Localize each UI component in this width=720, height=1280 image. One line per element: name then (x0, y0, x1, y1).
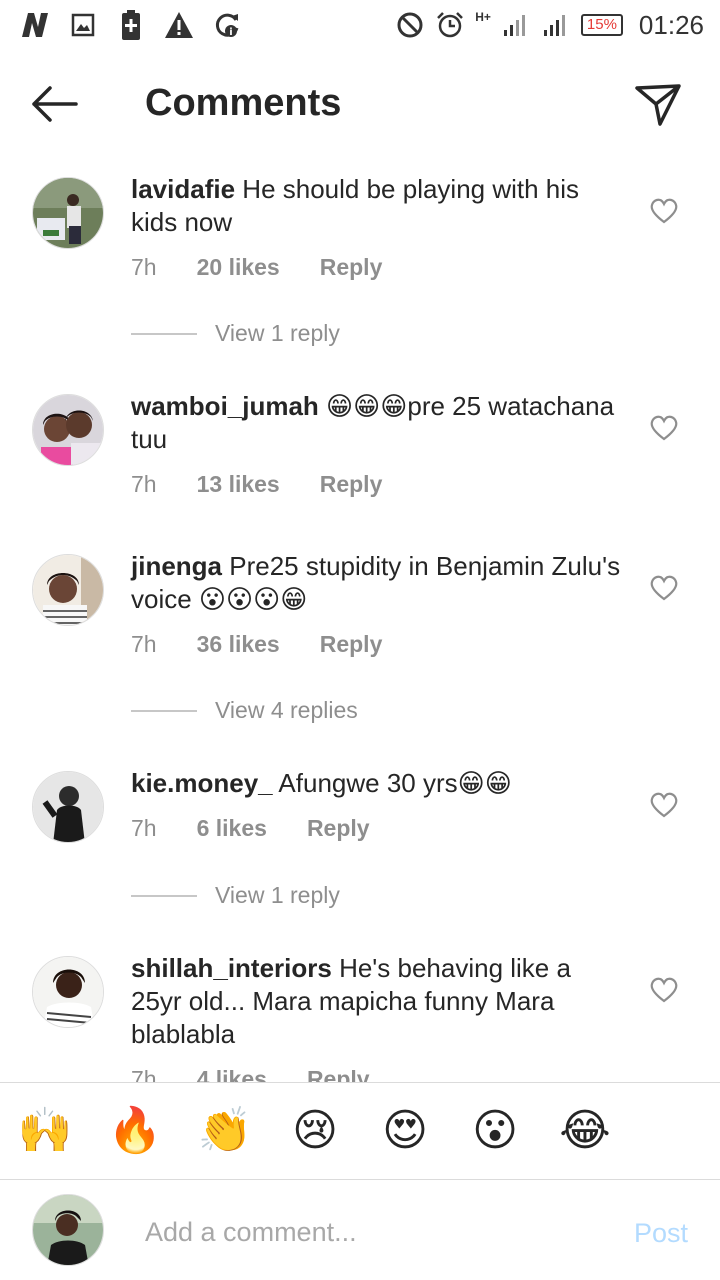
emoji-sad-button[interactable]: 😢 (287, 1103, 343, 1159)
view-replies-button[interactable]: View 1 reply (131, 882, 340, 909)
comment-likes[interactable]: 4 likes (197, 1066, 267, 1082)
battery-charging-icon (116, 10, 146, 40)
signal-icon-2 (541, 10, 571, 40)
alarm-icon (435, 10, 465, 40)
emoji-clap-button[interactable]: 👏 (197, 1103, 253, 1159)
emoji-reaction-bar: 🙌 🔥 👏 😢 😍 😮 😂 (0, 1082, 720, 1180)
send-icon (635, 84, 681, 126)
share-button[interactable] (634, 82, 682, 128)
like-heart-icon[interactable] (650, 977, 678, 1003)
status-bar: i H+ 15% 01:26 (0, 0, 720, 50)
svg-text:i: i (229, 27, 232, 38)
replies-divider (131, 709, 197, 712)
comment-likes[interactable]: 20 likes (197, 254, 280, 281)
replies-divider (131, 894, 197, 897)
post-button[interactable]: Post (634, 1218, 688, 1249)
comment-likes[interactable]: 13 likes (197, 471, 280, 498)
comment-username[interactable]: shillah_interiors (131, 953, 332, 983)
comment-text: lavidafie He should be playing with his … (131, 173, 621, 239)
comment-time: 7h (131, 254, 157, 280)
reply-button[interactable]: Reply (307, 1066, 370, 1082)
back-button[interactable] (30, 84, 82, 124)
sync-icon: i (212, 10, 242, 40)
replies-divider (131, 332, 197, 335)
avatar[interactable] (32, 177, 104, 249)
emoji-raised-hands-button[interactable]: 🙌 (17, 1103, 73, 1159)
battery-percentage: 15% (580, 14, 623, 36)
comment-username[interactable]: lavidafie (131, 174, 235, 204)
avatar[interactable] (32, 394, 104, 466)
comment-time: 7h (131, 471, 157, 497)
gallery-icon (68, 10, 98, 40)
like-heart-icon[interactable] (650, 792, 678, 818)
network-type-label: H+ (475, 10, 491, 24)
emoji-fire-button[interactable]: 🔥 (107, 1103, 163, 1159)
comment-meta: 7h 36 likes Reply (131, 631, 422, 658)
view-replies-label: View 1 reply (215, 320, 340, 346)
comment-meta: 7h 20 likes Reply (131, 254, 422, 281)
emoji-heart-eyes-button[interactable]: 😍 (377, 1103, 433, 1159)
reply-button[interactable]: Reply (307, 815, 370, 842)
my-avatar (32, 1194, 104, 1266)
reply-button[interactable]: Reply (320, 471, 383, 498)
comment-username[interactable]: wamboi_jumah (131, 391, 319, 421)
like-heart-icon[interactable] (650, 198, 678, 224)
emoji-laughing-button[interactable]: 😂 (557, 1103, 613, 1159)
comment-content: Afungwe 30 yrs😁😁 (272, 768, 512, 798)
back-arrow-icon (32, 86, 78, 122)
comment-text: wamboi_jumah 😁😁😁pre 25 watachana tuu (131, 390, 621, 456)
do-not-disturb-icon (395, 10, 425, 40)
comment-meta: 7h 13 likes Reply (131, 471, 422, 498)
warning-icon (164, 10, 194, 40)
reply-button[interactable]: Reply (320, 254, 383, 281)
comment-likes[interactable]: 36 likes (197, 631, 280, 658)
comment-text: shillah_interiors He's behaving like a 2… (131, 952, 621, 1051)
comment-username[interactable]: kie.money_ (131, 768, 273, 798)
view-replies-label: View 1 reply (215, 882, 340, 908)
comment-meta: 7h 6 likes Reply (131, 815, 410, 842)
avatar[interactable] (32, 956, 104, 1028)
comment-username[interactable]: jinenga (131, 551, 222, 581)
signal-icon (501, 10, 531, 40)
comments-list[interactable]: lavidafie He should be playing with his … (0, 160, 720, 1082)
comment-text: jinenga Pre25 stupidity in Benjamin Zulu… (131, 550, 621, 616)
status-clock: 01:26 (638, 9, 704, 40)
comments-header: Comments (0, 62, 720, 146)
like-heart-icon[interactable] (650, 575, 678, 601)
emoji-surprised-button[interactable]: 😮 (467, 1103, 523, 1159)
reply-button[interactable]: Reply (320, 631, 383, 658)
view-replies-button[interactable]: View 4 replies (131, 697, 358, 724)
comment-meta: 7h 4 likes Reply (131, 1066, 410, 1082)
comment-time: 7h (131, 815, 157, 841)
comment-time: 7h (131, 631, 157, 657)
comment-composer: Post (0, 1180, 720, 1280)
view-replies-button[interactable]: View 1 reply (131, 320, 340, 347)
comment-input[interactable] (145, 1210, 605, 1254)
avatar[interactable] (32, 771, 104, 843)
comment-likes[interactable]: 6 likes (197, 815, 267, 842)
view-replies-label: View 4 replies (215, 697, 358, 723)
page-title: Comments (145, 82, 342, 124)
app-notification-icon (20, 10, 50, 40)
like-heart-icon[interactable] (650, 415, 678, 441)
comment-time: 7h (131, 1066, 157, 1082)
comment-text: kie.money_ Afungwe 30 yrs😁😁 (131, 767, 621, 800)
avatar[interactable] (32, 554, 104, 626)
